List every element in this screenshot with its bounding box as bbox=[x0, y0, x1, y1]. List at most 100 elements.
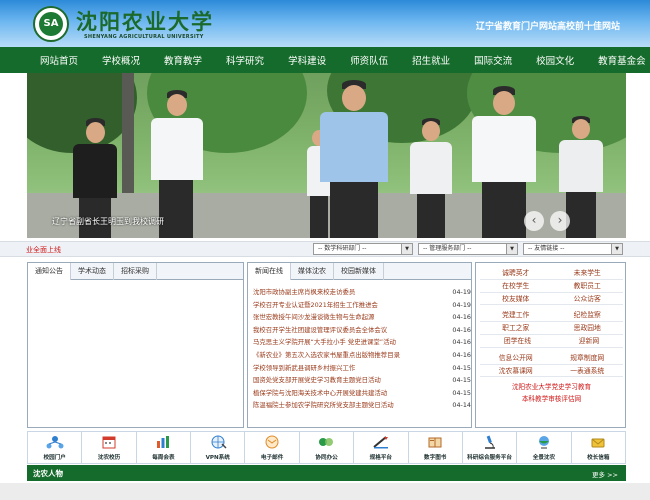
link-party[interactable]: 党建工作 bbox=[502, 309, 529, 321]
link-visitors[interactable]: 公众访客 bbox=[574, 293, 601, 305]
calendar-icon bbox=[102, 436, 116, 449]
shortcut-library[interactable]: 数字图书 bbox=[409, 432, 463, 463]
tab-new-media[interactable]: 校园新媒体 bbox=[334, 263, 384, 280]
banner-person bbox=[312, 80, 396, 238]
shortcut-label: 每周会表 bbox=[152, 455, 175, 461]
banner-next-button[interactable]: › bbox=[550, 211, 570, 231]
service-dept-select[interactable]: -- 管理服务部门 -- ▼ bbox=[418, 243, 518, 255]
news-list: 沈阳市政协副主席肖枫来校走访委员 04-19 学校召开专业认证暨2021年招生工作… bbox=[253, 286, 471, 412]
shortcut-research-platform[interactable]: 科研综合服务平台 bbox=[463, 432, 518, 463]
nav-item-overview[interactable]: 学校概况 bbox=[102, 53, 140, 67]
select-value: -- 管理服务部门 -- bbox=[423, 245, 472, 252]
link-mooc[interactable]: 沈农慕课网 bbox=[499, 365, 533, 377]
link-ideology[interactable]: 思政园地 bbox=[574, 322, 601, 334]
news-tabs: 新闻在线 媒体沈农 校园新媒体 bbox=[248, 263, 471, 280]
list-item[interactable]: 《新农业》第五次入选农家书屋重点出版物推荐目录 04-16 bbox=[253, 349, 471, 362]
link-forms[interactable]: 一表通系统 bbox=[570, 365, 604, 377]
list-item[interactable]: 沈阳市政协副主席肖枫来校走访委员 04-19 bbox=[253, 286, 471, 299]
news-title[interactable]: 《新农业》第五次入选农家书屋重点出版物推荐目录 bbox=[253, 349, 400, 362]
news-title[interactable]: 学校领导到新武县调研乡村振兴工作 bbox=[253, 362, 355, 375]
list-item[interactable]: 学校召开专业认证暨2021年招生工作推进会 04-19 bbox=[253, 299, 471, 312]
shortcut-president-mailbox[interactable]: 校长信箱 bbox=[572, 432, 625, 463]
link-party-history[interactable]: 沈阳农业大学党史学习教育 bbox=[480, 382, 623, 394]
news-title[interactable]: 马克思主义学院开展“大手拉小手 党史进课堂”活动 bbox=[253, 336, 396, 349]
shortcut-office[interactable]: 协同办公 bbox=[300, 432, 355, 463]
link-welcome[interactable]: 迎新网 bbox=[579, 335, 599, 347]
shortcut-platform[interactable]: 规格平台 bbox=[354, 432, 409, 463]
news-date: 04-14 bbox=[452, 401, 471, 410]
tab-procurement[interactable]: 招标采购 bbox=[114, 263, 157, 280]
tab-media[interactable]: 媒体沈农 bbox=[291, 263, 334, 280]
notice-panel: 通知公告 学术动态 招标采购 bbox=[27, 262, 244, 428]
tab-news-online[interactable]: 新闻在线 bbox=[248, 263, 291, 280]
news-title[interactable]: 张世宏教授午间沙龙漫谈微生物与生命起源 bbox=[253, 311, 374, 324]
tab-academic[interactable]: 学术动态 bbox=[71, 263, 114, 280]
news-title[interactable]: 国资处党支部开展党史学习教育主题党日活动 bbox=[253, 374, 381, 387]
link-teaching-review[interactable]: 本科教学审核评估网 bbox=[480, 394, 623, 406]
news-title[interactable]: 陈温福院士参加农学院研究所党支部主题党日活动 bbox=[253, 399, 394, 412]
news-date: 04-16 bbox=[452, 338, 471, 347]
link-future-students[interactable]: 未来学生 bbox=[574, 267, 601, 279]
shortcut-weekly-meetings[interactable]: 每周会表 bbox=[137, 432, 192, 463]
link-row: 校友媒体 公众访客 bbox=[480, 293, 623, 306]
nav-item-teaching[interactable]: 教育教学 bbox=[164, 53, 202, 67]
banner-prev-button[interactable]: ‹ bbox=[524, 211, 544, 231]
list-item[interactable]: 马克思主义学院开展“大手拉小手 党史进课堂”活动 04-16 bbox=[253, 336, 471, 349]
links-grid: 诚聘英才 未来学生 在校学生 教职员工 校友媒体 公众访客 党建工作 纪检监察 职工之家… bbox=[480, 267, 623, 405]
news-title[interactable]: 沈阳市政协副主席肖枫来校走访委员 bbox=[253, 286, 355, 299]
link-disclosure[interactable]: 信息公开网 bbox=[499, 352, 533, 364]
list-item[interactable]: 学校领导到新武县调研乡村振兴工作 04-15 bbox=[253, 362, 471, 375]
link-regulations[interactable]: 规章制度网 bbox=[570, 352, 604, 364]
site-header: SA 沈阳农业大学 SHENYANG AGRICULTURAL UNIVERSI… bbox=[0, 0, 650, 47]
link-alumni[interactable]: 校友媒体 bbox=[502, 293, 529, 305]
school-name-en: SHENYANG AGRICULTURAL UNIVERSITY bbox=[84, 34, 204, 40]
link-union[interactable]: 职工之家 bbox=[502, 322, 529, 334]
pen-icon bbox=[373, 436, 388, 449]
tab-notices[interactable]: 通知公告 bbox=[28, 263, 71, 280]
chevron-down-icon: ▼ bbox=[506, 244, 517, 254]
nav-item-admissions[interactable]: 招生就业 bbox=[412, 53, 450, 67]
news-title[interactable]: 学校召开专业认证暨2021年招生工作推进会 bbox=[253, 299, 378, 312]
news-date: 04-19 bbox=[452, 288, 471, 296]
list-item[interactable]: 张世宏教授午间沙龙漫谈微生物与生命起源 04-16 bbox=[253, 311, 471, 324]
link-youth[interactable]: 团学在线 bbox=[504, 335, 531, 347]
nav-item-faculty[interactable]: 师资队伍 bbox=[350, 53, 388, 67]
link-row: 职工之家 思政园地 bbox=[480, 322, 623, 335]
link-recruit[interactable]: 诚聘英才 bbox=[502, 267, 529, 279]
link-discipline[interactable]: 纪检监察 bbox=[574, 309, 601, 321]
research-dept-select[interactable]: -- 数学科研部门 -- ▼ bbox=[313, 243, 413, 255]
header-slogan: 辽宁省教育门户网站高校前十佳网站 bbox=[475, 22, 620, 32]
shortcut-calendar[interactable]: 沈农校历 bbox=[82, 432, 137, 463]
list-item[interactable]: 植保学院与沈阳海关技术中心开展党建共建活动 04-15 bbox=[253, 387, 471, 400]
university-logo-icon[interactable]: SA bbox=[33, 6, 69, 42]
shortcut-panorama[interactable]: 全景沈农 bbox=[517, 432, 572, 463]
people-more-link[interactable]: 更多 >> bbox=[592, 469, 618, 479]
shortcut-label: 沈农校历 bbox=[97, 455, 121, 461]
nav-item-foundation[interactable]: 教育基金会 bbox=[598, 53, 646, 67]
nav-item-international[interactable]: 国际交流 bbox=[474, 53, 512, 67]
list-item[interactable]: 国资处党支部开展党史学习教育主题党日活动 04-15 bbox=[253, 374, 471, 387]
shortcut-portal[interactable]: 校园门户 bbox=[28, 432, 83, 463]
shortcut-vpn[interactable]: VPN系统 bbox=[191, 432, 246, 463]
ticker-text[interactable]: 业全面上线 bbox=[26, 245, 61, 255]
friend-links-select[interactable]: -- 友情链接 -- ▼ bbox=[523, 243, 623, 255]
link-current-students[interactable]: 在校学生 bbox=[502, 280, 529, 292]
panorama-icon bbox=[538, 436, 549, 449]
list-item[interactable]: 陈温福院士参加农学院研究所党支部主题党日活动 04-14 bbox=[253, 399, 471, 412]
people-section-header: 沈农人物 更多 >> bbox=[27, 465, 626, 481]
nav-item-disciplines[interactable]: 学科建设 bbox=[288, 53, 326, 67]
nav-item-research[interactable]: 科学研究 bbox=[226, 53, 264, 67]
nav-item-home[interactable]: 网站首页 bbox=[40, 53, 78, 67]
service-shortcuts: 校园门户 沈农校历 每周会表 VPN系统 电子邮件 协同办公 规格平台 数字图书… bbox=[27, 431, 626, 464]
shortcut-email[interactable]: 电子邮件 bbox=[245, 432, 300, 463]
list-item[interactable]: 我校召开学生社团建设管理评议委员会全体会议 04-16 bbox=[253, 324, 471, 337]
news-title[interactable]: 我校召开学生社团建设管理评议委员会全体会议 bbox=[253, 324, 387, 337]
banner-caption[interactable]: 辽宁省副省长王明玉到我校调研 bbox=[52, 216, 164, 227]
school-name-cn[interactable]: 沈阳农业大学 bbox=[76, 6, 214, 36]
news-title[interactable]: 植保学院与沈阳海关技术中心开展党建共建活动 bbox=[253, 387, 387, 400]
link-staff[interactable]: 教职员工 bbox=[574, 280, 601, 292]
microscope-icon bbox=[484, 435, 495, 449]
news-date: 04-19 bbox=[452, 300, 471, 309]
nav-item-culture[interactable]: 校园文化 bbox=[536, 53, 574, 67]
link-row: 沈农慕课网 一表通系统 bbox=[480, 365, 623, 378]
